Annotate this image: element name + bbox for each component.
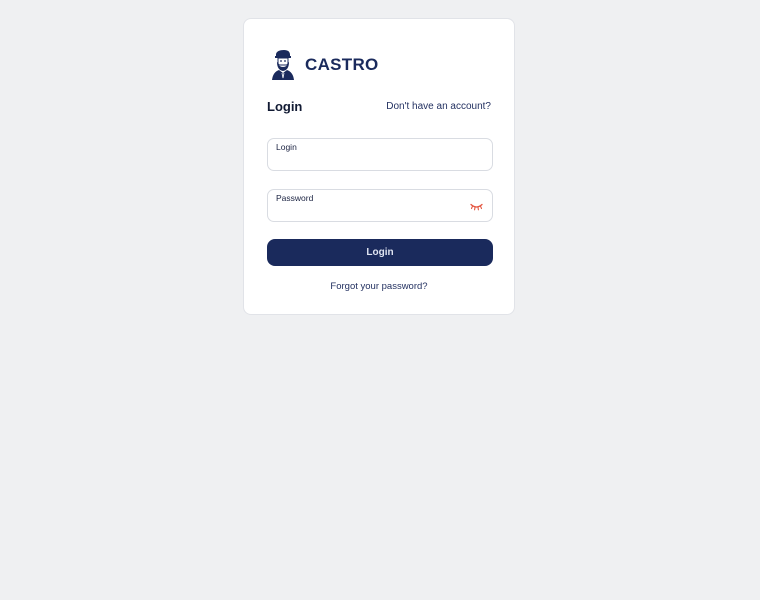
bearded-man-logo-icon (272, 50, 294, 80)
form-header: Login Don't have an account? (267, 99, 491, 114)
login-field-label: Login (276, 142, 297, 152)
login-input[interactable] (276, 154, 464, 167)
password-input[interactable] (276, 205, 464, 218)
login-card: CASTRO Login Don't have an account? Logi… (243, 18, 515, 315)
forgot-password-link[interactable]: Forgot your password? (244, 281, 514, 292)
brand-name: CASTRO (305, 55, 379, 74)
password-field[interactable]: Password (267, 189, 493, 222)
eye-closed-icon[interactable] (470, 202, 483, 211)
brand: CASTRO (270, 50, 379, 80)
signup-link[interactable]: Don't have an account? (386, 101, 491, 112)
password-field-label: Password (276, 193, 314, 203)
login-button[interactable]: Login (267, 239, 493, 266)
login-field[interactable]: Login (267, 138, 493, 171)
form-title: Login (267, 99, 303, 114)
